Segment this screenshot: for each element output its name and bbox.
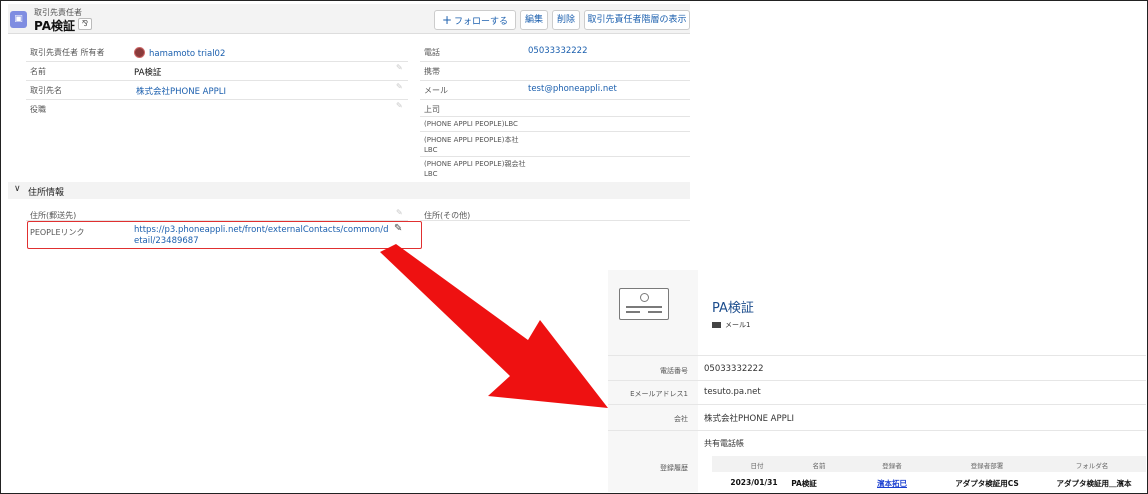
shared-phonebook-title: 共有電話帳 [704, 439, 744, 448]
cell-folder: アダプタ検証用＿濱本 [1056, 479, 1132, 488]
divider [608, 430, 1146, 431]
record-title: PA検証 [34, 19, 75, 33]
cell-registrant-link[interactable]: 濱本拓巳 [862, 478, 922, 489]
lbc-label: (PHONE APPLI PEOPLE)LBC [424, 120, 518, 128]
owner-label: 取引先責任者 所有者 [30, 48, 105, 57]
column-header-registrant: 登録者 [882, 462, 902, 470]
account-link[interactable]: 株式会社PHONE APPLI [136, 85, 226, 97]
hq-lbc-label: (PHONE APPLI PEOPLE)本社LBC [424, 136, 519, 154]
manager-label: 上司 [424, 105, 440, 114]
edit-button[interactable]: 編集 [520, 10, 548, 30]
contact-card-icon: ▣ [10, 11, 27, 28]
divider [420, 156, 690, 157]
owner-value[interactable]: hamamoto trial02 [134, 47, 225, 59]
follow-button[interactable]: + フォローする [434, 10, 516, 30]
email-label: メール [424, 86, 448, 95]
divider [420, 99, 690, 100]
divider [420, 80, 690, 81]
divider [608, 355, 1146, 356]
business-card-icon [619, 288, 669, 320]
phone-appli-contact-panel: PA検証 メール1 電話番号 05033332222 Eメールアドレス1 tes… [608, 270, 1146, 492]
section-title: 住所情報 [28, 188, 65, 198]
column-header-folder: フォルダ名 [1075, 462, 1109, 470]
cell-department: アダプタ検証用CS [955, 479, 1019, 488]
mobile-label: 携帯 [424, 67, 440, 76]
email-address-value: tesuto.pa.net [704, 387, 761, 397]
chevron-down-icon: ∨ [14, 184, 21, 194]
column-header-date: 日付 [750, 462, 764, 470]
plus-icon: + [441, 13, 453, 27]
envelope-icon [712, 322, 721, 328]
name-value: PA検証 [134, 68, 162, 78]
red-arrow [380, 244, 608, 408]
delete-button[interactable]: 削除 [552, 10, 580, 30]
name-label: 名前 [30, 67, 46, 76]
divider [420, 116, 690, 117]
cell-date: 2023/01/31 [730, 478, 778, 487]
phone-number-label: 電話番号 [660, 367, 688, 375]
avatar [134, 47, 145, 58]
divider [420, 61, 690, 62]
parent-lbc-label: (PHONE APPLI PEOPLE)親会社LBC [424, 160, 526, 178]
view-hierarchy-button[interactable]: 取引先責任者階層の表示 [584, 10, 690, 30]
divider [420, 220, 690, 221]
highlight-box [27, 221, 422, 249]
salesforce-record-panel: ▣ 取引先責任者 PA検証 ⅋ + フォローする 編集 削除 取引先責任者階層の表… [8, 4, 690, 266]
pencil-icon[interactable]: ✎ [396, 208, 403, 217]
divider [26, 99, 408, 100]
divider [608, 404, 1146, 405]
divider [26, 80, 408, 81]
company-label: 会社 [674, 415, 688, 423]
phone-link[interactable]: 05033332222 [528, 46, 588, 56]
address-section-header[interactable]: ∨ 住所情報 [8, 182, 690, 199]
account-label: 取引先名 [30, 86, 62, 95]
pencil-icon[interactable]: ✎ [396, 63, 403, 72]
column-header-department: 登録者部署 [970, 462, 1004, 470]
pencil-icon[interactable]: ✎ [396, 82, 403, 91]
record-header: ▣ 取引先責任者 PA検証 ⅋ + フォローする 編集 削除 取引先責任者階層の表… [8, 4, 690, 34]
email-link[interactable]: test@phoneappli.net [528, 84, 617, 94]
phone-number-value: 05033332222 [704, 364, 764, 374]
phone-label: 電話 [424, 48, 440, 57]
email-address-label: Eメールアドレス1 [630, 390, 688, 398]
pencil-icon[interactable]: ✎ [396, 101, 403, 110]
divider [608, 380, 1146, 381]
cell-name: PA検証 [791, 479, 817, 488]
title-label: 役職 [30, 105, 46, 114]
divider [26, 61, 408, 62]
company-value: 株式会社PHONE APPLI [704, 414, 794, 424]
hierarchy-icon[interactable]: ⅋ [78, 18, 92, 30]
column-header-name: 名前 [812, 462, 826, 470]
mail-link[interactable]: メール1 [712, 320, 750, 330]
history-label: 登録履歴 [660, 464, 688, 472]
contact-name: PA検証 [712, 301, 754, 316]
divider [420, 131, 690, 132]
